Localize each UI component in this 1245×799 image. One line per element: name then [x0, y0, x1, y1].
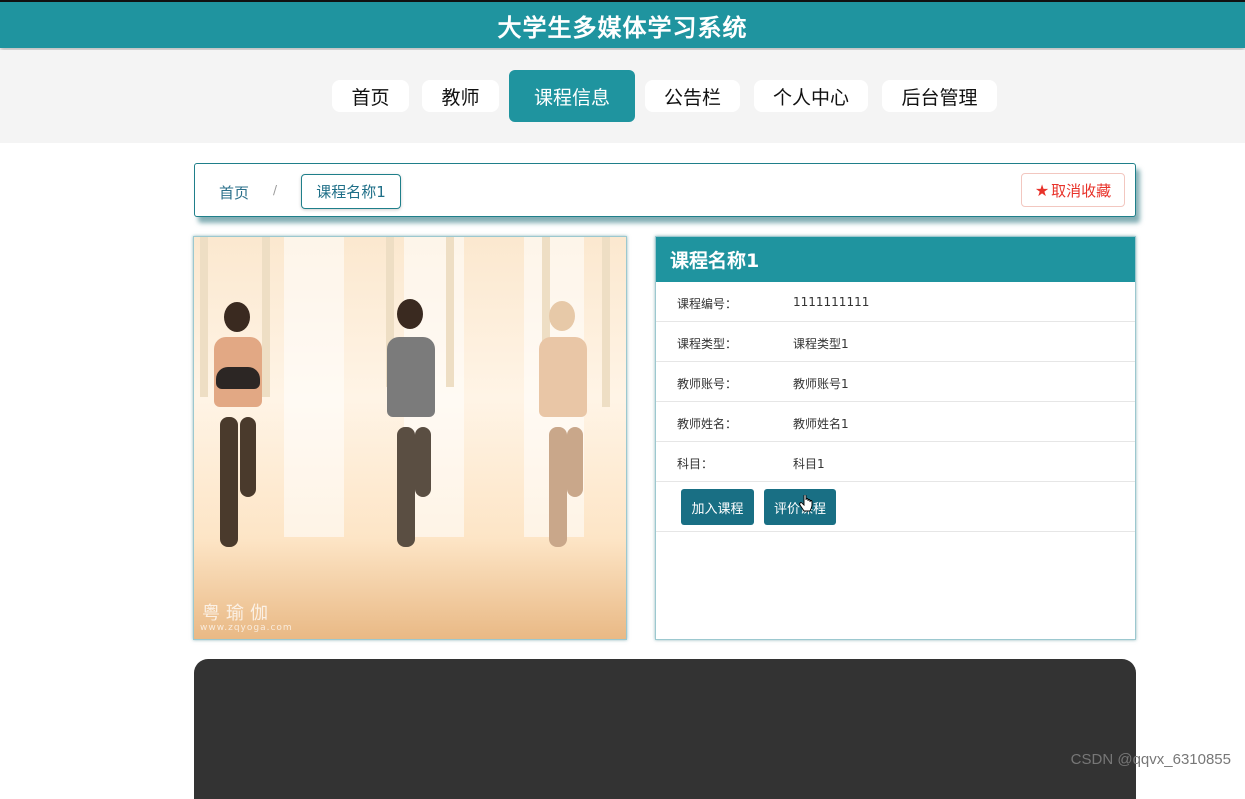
detail-value: 教师账号1 — [793, 377, 849, 391]
detail-label: 教师账号： — [677, 377, 738, 391]
breadcrumb-current: 课程名称1 — [301, 174, 401, 209]
detail-label: 课程编号： — [677, 297, 738, 311]
breadcrumb-separator: / — [273, 183, 278, 197]
detail-value: 科目1 — [793, 457, 825, 471]
action-row: 加入课程 评价课程 — [656, 482, 1135, 532]
detail-value: 课程类型1 — [793, 337, 849, 351]
course-image: 粤瑜伽 www.zqyoga.com — [193, 236, 627, 640]
unfavorite-label: 取消收藏 — [1051, 181, 1112, 200]
detail-label: 教师姓名： — [677, 417, 738, 431]
site-title: 大学生多媒体学习系统 — [497, 13, 748, 42]
course-detail-panel: 课程名称1 课程编号： 1111111111 课程类型： 课程类型1 教师账号：… — [655, 236, 1136, 640]
footer-area — [194, 659, 1136, 799]
image-watermark-url: www.zqyoga.com — [200, 623, 293, 633]
unfavorite-button[interactable]: ★ 取消收藏 — [1021, 173, 1125, 207]
nav-item-notices[interactable]: 公告栏 — [645, 80, 740, 112]
main-nav: 首页 教师 课程信息 公告栏 个人中心 后台管理 — [0, 50, 1245, 143]
hand-cursor-icon — [799, 495, 813, 512]
detail-label: 科目： — [677, 457, 714, 471]
breadcrumb-home[interactable]: 首页 — [219, 182, 249, 203]
detail-row: 课程类型： 课程类型1 — [656, 322, 1135, 362]
course-title: 课程名称1 — [656, 237, 1135, 282]
detail-value: 教师姓名1 — [793, 417, 849, 431]
detail-row: 教师账号： 教师账号1 — [656, 362, 1135, 402]
detail-label: 课程类型： — [677, 337, 738, 351]
csdn-watermark: CSDN @qqvx_6310855 — [1070, 751, 1231, 768]
star-icon: ★ — [1034, 180, 1050, 200]
detail-row: 科目： 科目1 — [656, 442, 1135, 482]
nav-item-course-info[interactable]: 课程信息 — [509, 70, 635, 122]
nav-item-teachers[interactable]: 教师 — [422, 80, 499, 112]
nav-item-admin[interactable]: 后台管理 — [882, 80, 997, 112]
detail-row: 课程编号： 1111111111 — [656, 282, 1135, 322]
detail-row: 教师姓名： 教师姓名1 — [656, 402, 1135, 442]
nav-item-profile[interactable]: 个人中心 — [754, 80, 868, 112]
breadcrumb: 首页 / 课程名称1 ★ 取消收藏 — [194, 163, 1136, 217]
detail-value: 1111111111 — [793, 295, 870, 309]
top-header: 大学生多媒体学习系统 — [0, 0, 1245, 48]
image-watermark: 粤瑜伽 — [202, 603, 274, 624]
nav-item-home[interactable]: 首页 — [332, 80, 409, 112]
join-course-button[interactable]: 加入课程 — [681, 489, 754, 525]
